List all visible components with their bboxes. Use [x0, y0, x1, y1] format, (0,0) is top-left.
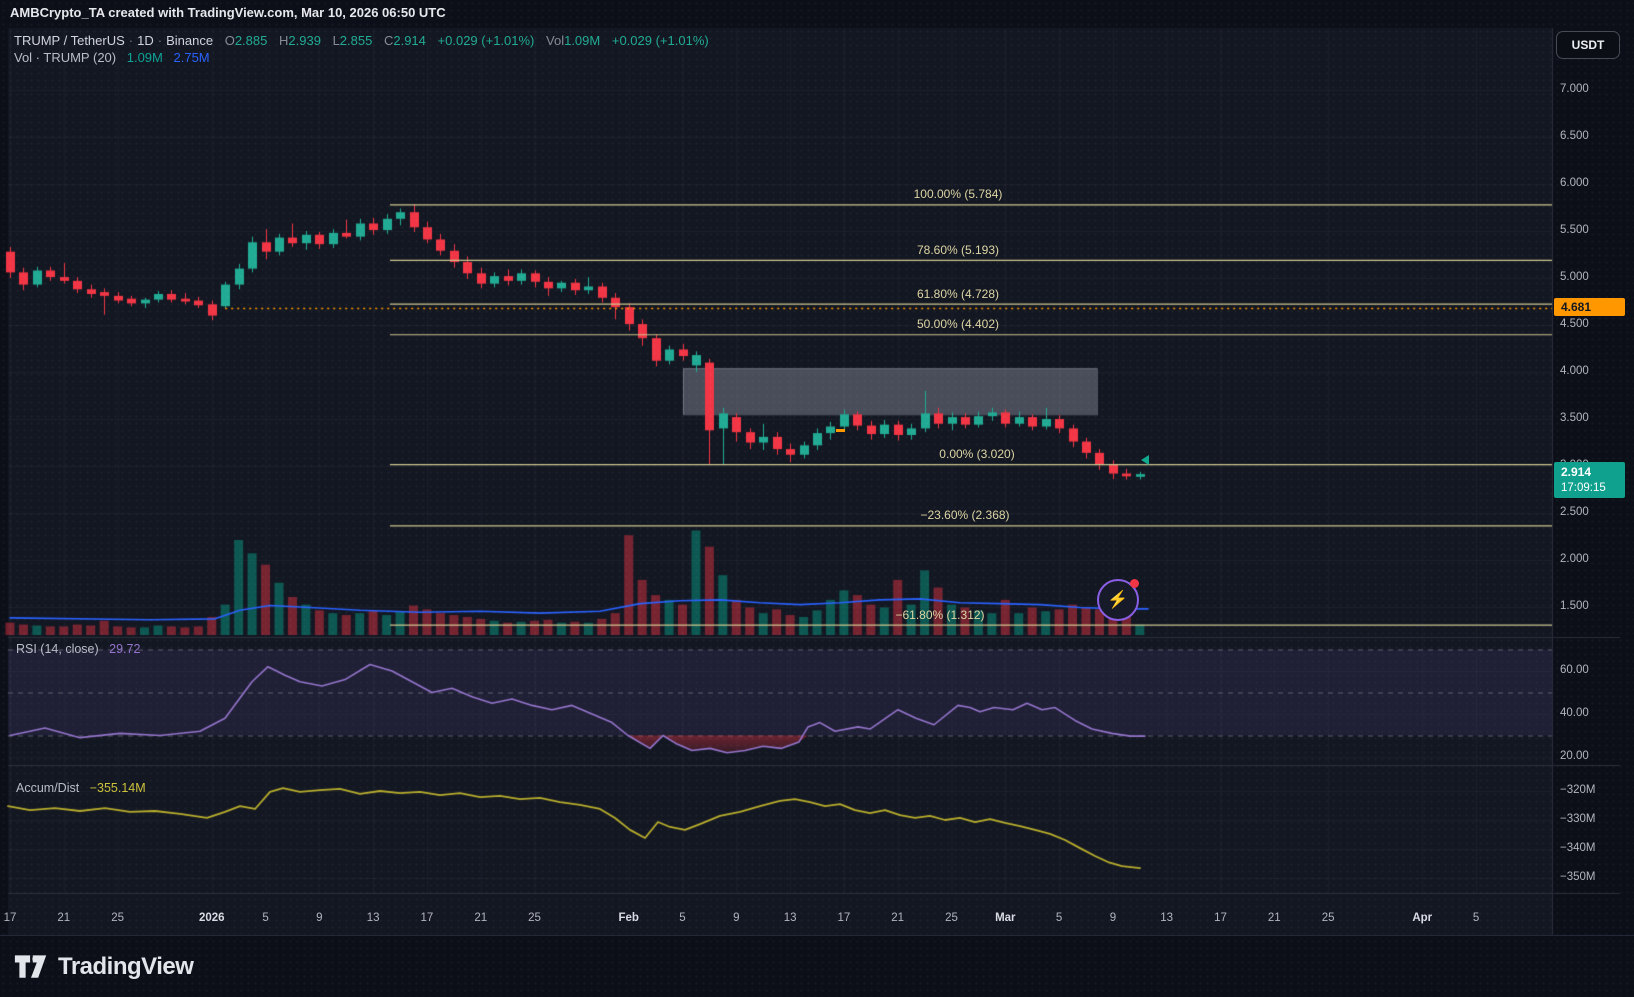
high-key: H — [279, 33, 289, 48]
volume-indicator-value: 1.09M — [126, 50, 163, 65]
volume-indicator-legend[interactable]: Vol · TRUMP (20) 1.09M 2.75M — [14, 50, 210, 65]
rsi-axis-label: 40.00 — [1560, 707, 1589, 719]
time-axis-label: Apr — [1412, 912, 1433, 924]
change-value: +0.029 (+1.01%) — [437, 33, 535, 48]
branding-bar: TradingView — [0, 935, 1634, 997]
price-axis-label: 6.500 — [1560, 130, 1589, 142]
tradingview-logo-text: TradingView — [58, 953, 194, 980]
time-axis-label: 13 — [783, 912, 797, 924]
accum-dist-indicator-title[interactable]: Accum/Dist — [16, 781, 79, 795]
price-axis-label: 3.500 — [1560, 412, 1589, 424]
price-axis-label: 4.000 — [1560, 365, 1589, 377]
price-axis-label: 7.000 — [1560, 83, 1589, 95]
time-axis-label: 21 — [891, 912, 905, 924]
volume-ma-value: 2.75M — [173, 50, 210, 65]
open-key: O — [224, 33, 235, 48]
time-axis-label: 21 — [57, 912, 71, 924]
orange-marker-icon — [836, 429, 845, 432]
tradingview-logo-icon — [14, 955, 47, 978]
time-axis-label: 17 — [837, 912, 851, 924]
signal-arrow-icon — [1141, 455, 1149, 465]
price-axis-label: 2.000 — [1560, 553, 1589, 565]
price-axis-label: 2.500 — [1560, 506, 1589, 518]
time-axis-label: 21 — [1267, 912, 1281, 924]
fib-level-label: −23.60% (2.368) — [920, 508, 1010, 523]
time-axis-label: 13 — [1160, 912, 1174, 924]
price-axis-label: 5.000 — [1560, 271, 1589, 283]
rsi-indicator-title[interactable]: RSI (14, close) — [16, 642, 99, 656]
close-key: C — [383, 33, 394, 48]
exchange-label: Binance — [166, 33, 214, 48]
time-axis-label: 5 — [1055, 912, 1063, 924]
accum-dist-indicator-legend[interactable]: Accum/Dist −355.14M — [16, 781, 146, 795]
legend-separator: · — [128, 33, 134, 48]
time-axis-label: 9 — [316, 912, 323, 924]
notification-dot — [1130, 579, 1139, 588]
ad-axis-label: −320M — [1560, 784, 1596, 796]
time-axis-label: 25 — [945, 912, 958, 924]
low-key: L — [332, 33, 340, 48]
rsi-value: 29.72 — [109, 642, 141, 656]
fib-level-label: −61.80% (1.312) — [895, 607, 985, 622]
lightning-bolt-icon[interactable]: ⚡ — [1097, 579, 1139, 621]
price-axis-label: 5.500 — [1560, 224, 1589, 236]
current-price: 2.914 — [1561, 465, 1592, 480]
time-axis-label: 17 — [1214, 912, 1227, 924]
ad-axis-label: −330M — [1560, 813, 1596, 825]
volume-key: Vol — [546, 33, 565, 48]
legend-separator: · — [157, 33, 163, 48]
fib-level-label: 78.60% (5.193) — [916, 242, 1000, 257]
accum-dist-value: −355.14M — [89, 781, 146, 795]
interval-label[interactable]: 1D — [137, 33, 154, 48]
time-axis-label: 17 — [3, 912, 17, 924]
rsi-indicator-legend[interactable]: RSI (14, close) 29.72 — [16, 642, 140, 656]
time-axis-label: 25 — [1321, 912, 1335, 924]
symbol-legend[interactable]: TRUMP / TetherUS · 1D · Binance O2.885 H2.93… — [14, 33, 709, 48]
time-axis-label: 5 — [679, 912, 686, 924]
price-alert-badge: 4.681 — [1554, 298, 1625, 316]
ad-axis-label: −350M — [1560, 871, 1596, 883]
time-axis-label: 5 — [262, 912, 269, 924]
volume-indicator-title[interactable]: Vol · TRUMP (20) — [14, 50, 116, 65]
time-axis-label: 17 — [420, 912, 434, 924]
time-axis-label: 25 — [111, 912, 124, 924]
fib-level-label: 61.80% (4.728) — [916, 286, 1000, 301]
time-axis-label: Mar — [995, 912, 1016, 924]
high-value: 2.939 — [288, 33, 321, 48]
tradingview-logo[interactable]: TradingView — [14, 953, 194, 981]
currency-toggle-button[interactable]: USDT — [1556, 31, 1620, 59]
time-axis-label: 9 — [733, 912, 740, 924]
rsi-axis-label: 60.00 — [1560, 664, 1589, 676]
rsi-axis-label: 20.00 — [1560, 750, 1589, 762]
time-axis-label: Feb — [618, 912, 639, 924]
bar-countdown: 17:09:15 — [1561, 482, 1606, 495]
open-value: 2.885 — [234, 33, 268, 48]
time-axis-label: 5 — [1472, 912, 1480, 924]
tradingview-chart-window: AMBCrypto_TA created with TradingView.co… — [0, 0, 1634, 997]
price-axis-label: 1.500 — [1560, 600, 1589, 612]
fib-level-label: 0.00% (3.020) — [939, 447, 1015, 462]
close-value: 2.914 — [393, 33, 426, 48]
time-axis-label: 9 — [1109, 912, 1117, 924]
fib-level-label: 50.00% (4.402) — [916, 317, 1000, 332]
price-axis-label: 4.500 — [1560, 318, 1589, 330]
time-axis-label: 2026 — [198, 912, 225, 924]
low-value: 2.855 — [339, 33, 373, 48]
time-axis-label: 25 — [528, 912, 541, 924]
fib-level-label: 100.00% (5.784) — [913, 187, 1003, 202]
volume-value: 1.09M — [564, 33, 601, 48]
watermark-title: AMBCrypto_TA created with TradingView.co… — [10, 5, 446, 20]
time-axis-label: 21 — [474, 912, 488, 924]
volume-change-value: +0.029 (+1.01%) — [611, 33, 709, 48]
ad-axis-label: −340M — [1560, 842, 1596, 854]
price-axis-label: 6.000 — [1560, 177, 1589, 189]
symbol-name[interactable]: TRUMP / TetherUS — [14, 33, 125, 48]
time-axis-label: 13 — [366, 912, 380, 924]
chart-canvas[interactable] — [0, 0, 1634, 997]
current-price-badge: 2.914 17:09:15 — [1554, 462, 1625, 499]
